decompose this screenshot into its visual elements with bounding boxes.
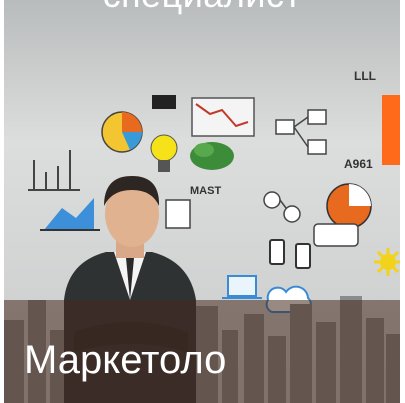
card-title[interactable]: Маркетоло — [24, 338, 226, 383]
tag-icon — [152, 95, 176, 109]
orange-bar-icon — [382, 95, 400, 165]
line-chart-icon — [191, 97, 255, 137]
pie-chart-icon — [326, 183, 372, 229]
pie-chart-icon — [101, 111, 143, 153]
gear-icon — [374, 248, 400, 276]
money-icon — [190, 142, 234, 170]
photo-handwriting: MAST — [190, 185, 221, 197]
photo-handwriting: LLL — [354, 69, 376, 83]
top-caption: специалист — [4, 0, 400, 16]
laptop-icon — [222, 275, 262, 299]
photo-handwriting: A961 — [344, 157, 373, 171]
article-card[interactable]: MAST A961 LLL Маркетоло — [4, 0, 400, 403]
